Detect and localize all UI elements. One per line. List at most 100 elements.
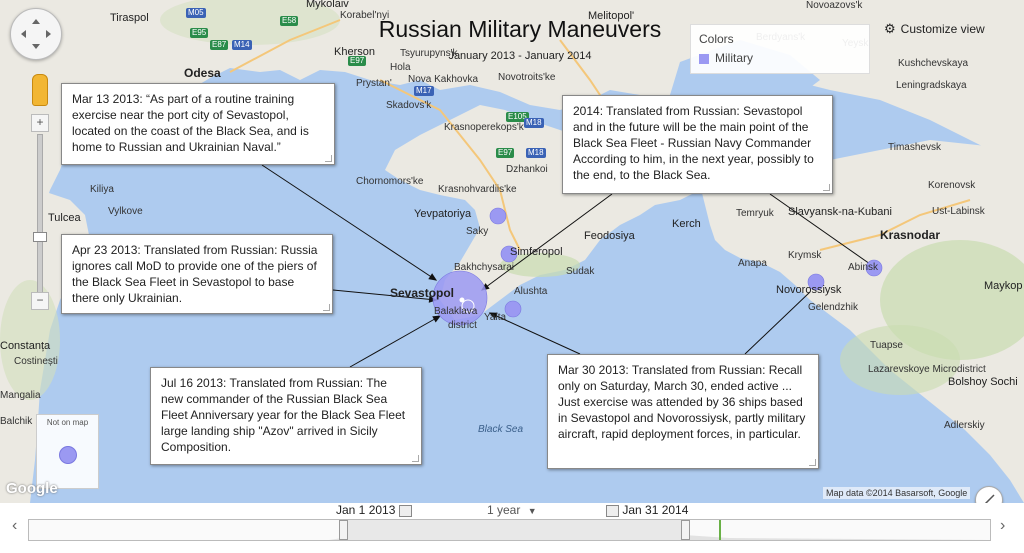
resize-grip-icon[interactable] xyxy=(809,459,816,466)
event-annotation-box[interactable]: Jul 16 2013: Translated from Russian: Th… xyxy=(150,367,422,465)
road-shield: M17 xyxy=(414,86,434,96)
place-label: Novorossiysk xyxy=(776,284,842,296)
event-annotation-box[interactable]: Mar 30 2013: Translated from Russian: Re… xyxy=(547,354,819,469)
timeline-bar: Jan 1 2013 1 year ▼ Jan 31 2014 ‹ › xyxy=(0,503,1024,553)
place-label: Skadovs'k xyxy=(386,100,432,111)
place-label: Tulcea xyxy=(48,212,81,224)
place-label: Leningradskaya xyxy=(896,80,967,91)
calendar-icon[interactable] xyxy=(606,504,619,517)
place-label: Saky xyxy=(466,226,489,237)
timeline-end-handle[interactable] xyxy=(681,520,690,540)
not-on-map-label: Not on map xyxy=(46,418,89,427)
resize-grip-icon[interactable] xyxy=(323,304,330,311)
color-legend: Colors Military xyxy=(690,24,870,74)
event-bubble[interactable] xyxy=(489,207,507,225)
place-label: Mangalia xyxy=(0,390,41,401)
timeline-zoom-label: 1 year xyxy=(487,503,521,517)
timeline-start[interactable]: Jan 1 2013 xyxy=(336,503,412,517)
place-label: Ust-Labinsk xyxy=(932,206,985,217)
place-label: Slavyansk-na-Kubani xyxy=(788,206,892,218)
timeline-prev-arrow[interactable]: ‹ xyxy=(12,517,17,535)
map-attribution: Map data ©2014 Basarsoft, Google xyxy=(823,487,971,499)
place-label: Costinești xyxy=(14,356,58,367)
place-label: Gelendzhik xyxy=(808,302,859,313)
map-canvas[interactable]: Mykolaiv Korabel'nyi district Tiraspol Odesa… xyxy=(0,0,1024,503)
zoom-slider-thumb[interactable] xyxy=(33,232,47,242)
chart-subtitle: January 2013 - January 2014 xyxy=(448,50,592,62)
place-label: Maykop xyxy=(984,280,1023,292)
event-bubble[interactable] xyxy=(504,300,522,318)
timeline-next-arrow[interactable]: › xyxy=(1000,517,1005,535)
annotation-text: 2014: Translated from Russian: Sevastopo… xyxy=(573,104,814,182)
not-on-map-bubble[interactable] xyxy=(58,446,77,464)
gear-icon: ⚙ xyxy=(884,21,896,36)
timeline-start-label: Jan 1 2013 xyxy=(336,503,396,517)
place-label: Constanța xyxy=(0,340,51,352)
timeline-selection[interactable] xyxy=(344,520,687,540)
place-label: Krasnohvardiis'ke xyxy=(438,184,517,195)
customize-view-label: Customize view xyxy=(900,22,985,36)
place-label: Krymsk xyxy=(788,250,822,261)
customize-view-button[interactable]: ⚙ Customize view xyxy=(884,21,985,37)
event-annotation-box[interactable]: Apr 23 2013: Translated from Russian: Ru… xyxy=(61,234,333,314)
timeline-end[interactable]: Jan 31 2014 xyxy=(606,503,688,517)
timeline-zoom-select[interactable]: 1 year ▼ xyxy=(487,503,537,517)
place-label: Lazarevskoye Microdistrict xyxy=(868,364,986,375)
resize-grip-icon[interactable] xyxy=(823,184,830,191)
place-label: Korenovsk xyxy=(928,180,976,191)
annotation-text: Mar 30 2013: Translated from Russian: Re… xyxy=(558,363,806,441)
legend-label: Military xyxy=(715,51,753,65)
road-shield: E97 xyxy=(496,148,515,158)
legend-swatch xyxy=(699,53,709,64)
timeline-track[interactable] xyxy=(28,519,991,541)
zoom-out-button[interactable]: − xyxy=(31,292,49,310)
pan-control[interactable] xyxy=(10,8,62,60)
place-label: Sevastopol xyxy=(390,286,455,300)
timeline-end-label: Jan 31 2014 xyxy=(622,503,689,517)
timeline-start-handle[interactable] xyxy=(339,520,348,540)
road-shield: M18 xyxy=(524,118,544,128)
place-label: Novoazovs'k xyxy=(806,0,863,11)
annotation-text: Apr 23 2013: Translated from Russian: Ru… xyxy=(72,243,318,305)
place-label: Alushta xyxy=(514,286,548,297)
place-label: Adlerskiy xyxy=(944,420,985,431)
place-label: Bolshoy Sochi xyxy=(948,376,1018,388)
place-label: Bakhchysarai xyxy=(454,262,515,273)
resize-grip-icon[interactable] xyxy=(325,155,332,162)
rotate-map-button[interactable] xyxy=(975,486,1003,503)
place-label: Dzhankoi xyxy=(506,164,548,175)
timeline-current-marker[interactable] xyxy=(719,520,721,540)
place-label: Temryuk xyxy=(736,208,774,219)
road-shield: M18 xyxy=(526,148,546,158)
place-label: Kiliya xyxy=(90,184,114,195)
place-label: Chornomors'ke xyxy=(356,176,424,187)
annotation-text: Jul 16 2013: Translated from Russian: Th… xyxy=(161,376,406,454)
calendar-icon[interactable] xyxy=(398,504,412,517)
place-label: Timashevsk xyxy=(888,142,941,153)
place-label: Nova Kakhovka xyxy=(408,74,479,85)
pan-arrows-icon xyxy=(21,19,51,49)
place-label: Hola xyxy=(390,62,411,73)
place-label: district xyxy=(448,320,477,331)
zoom-in-button[interactable]: + xyxy=(31,114,49,132)
event-annotation-box[interactable]: 2014: Translated from Russian: Sevastopo… xyxy=(562,95,833,194)
not-on-map-panel: Not on map xyxy=(36,414,99,489)
place-label: Kerch xyxy=(672,218,701,230)
pegman-icon[interactable] xyxy=(32,74,48,106)
place-label: Krasnoperekops'k xyxy=(444,122,524,133)
google-logo: Google xyxy=(6,480,58,497)
bubble-selection-ring xyxy=(459,297,465,303)
place-label: Krasnodar xyxy=(880,228,941,242)
place-label: Abinsk xyxy=(848,262,879,273)
place-label: Black Sea xyxy=(478,424,524,435)
chevron-down-icon: ▼ xyxy=(527,506,537,516)
legend-title: Colors xyxy=(699,32,734,46)
legend-item: Military xyxy=(699,51,861,65)
event-annotation-box[interactable]: Mar 13 2013: “As part of a routine train… xyxy=(61,83,335,165)
zoom-slider-track[interactable] xyxy=(37,134,43,296)
place-label: Balchik xyxy=(0,416,33,427)
place-label: Vylkove xyxy=(108,206,143,217)
annotation-text: Mar 13 2013: “As part of a routine train… xyxy=(72,92,309,154)
resize-grip-icon[interactable] xyxy=(412,455,419,462)
place-label: Mykolaiv xyxy=(306,0,349,10)
